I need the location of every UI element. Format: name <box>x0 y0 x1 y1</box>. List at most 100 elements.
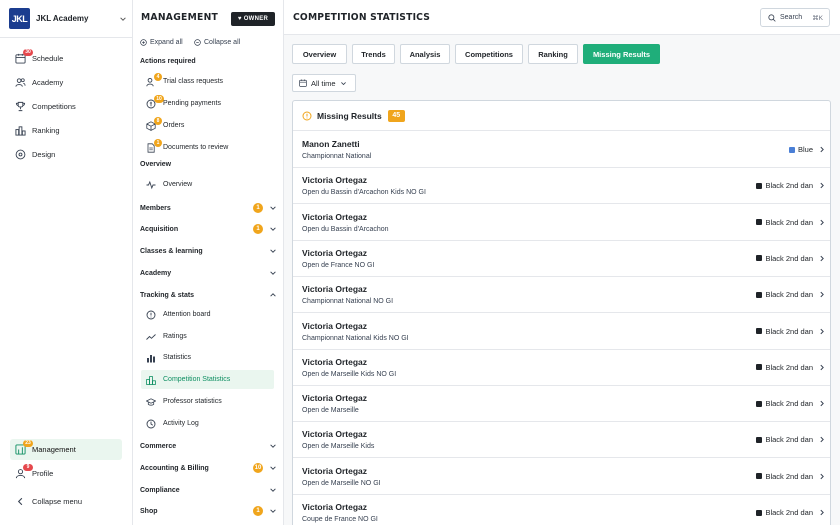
menu-group-shop[interactable]: Shop 1 <box>140 505 277 517</box>
menu-group-academy[interactable]: Academy <box>140 267 277 279</box>
clock-icon <box>146 419 156 429</box>
chevron-down-icon <box>269 204 277 212</box>
belt-name: Black 2nd dan <box>765 326 813 336</box>
collapse-all-button[interactable]: Collapse all <box>194 39 240 46</box>
tab-missing-results[interactable]: Missing Results <box>583 44 660 64</box>
competition-name: Open de Marseille Kids NO GI <box>302 370 397 378</box>
menu-item-label: Activity Log <box>163 420 199 427</box>
menu-item-activity-log[interactable]: Activity Log <box>141 414 274 433</box>
belt-swatch <box>756 400 763 407</box>
panel-header: Missing Results 45 <box>293 101 830 131</box>
date-range-dropdown[interactable]: All time <box>292 74 356 92</box>
nav-item-management[interactable]: 23 Management <box>10 439 122 460</box>
tab-competitions[interactable]: Competitions <box>455 44 523 64</box>
chevron-right-icon <box>818 181 826 190</box>
expand-all-label: Expand all <box>150 39 183 46</box>
competition-name: Championnat National Kids NO GI <box>302 334 409 342</box>
menu-item-attention-board[interactable]: Attention board <box>141 305 274 324</box>
academy-logo: JKL <box>9 8 30 29</box>
athlete-name: Victoria Ortegaz <box>302 502 368 512</box>
belt-label: Black 2nd dan <box>756 181 813 190</box>
search-icon <box>768 13 776 22</box>
owner-label: OWNER <box>243 16 269 22</box>
belt-swatch <box>756 436 763 443</box>
result-row[interactable]: Victoria Ortegaz Open du Bassin d'Arcacho… <box>293 205 830 241</box>
action-badge: 8 <box>154 117 162 125</box>
nav-item-ranking[interactable]: Ranking <box>10 120 122 141</box>
result-row[interactable]: Victoria Ortegaz Open de France NO GI Blac… <box>293 241 830 277</box>
menu-group-compliance[interactable]: Compliance <box>140 484 277 496</box>
result-row[interactable]: Victoria Ortegaz Open de Marseille Kids Bl… <box>293 422 830 459</box>
nav-label: Design <box>32 150 56 159</box>
menu-item-documents-to-review[interactable]: 1 Documents to review <box>141 138 274 157</box>
nav-item-design[interactable]: Design <box>10 144 122 165</box>
competition-name: Open de France NO GI <box>302 261 375 269</box>
group-label: Accounting & Billing <box>140 464 209 472</box>
athlete-name: Victoria Ortegaz <box>302 393 368 404</box>
menu-item-orders[interactable]: 8 Orders <box>141 116 274 135</box>
menu-item-label: Professor statistics <box>163 398 222 405</box>
nav-item-profile[interactable]: 9 Profile <box>10 463 122 484</box>
competition-name: Championnat National NO GI <box>302 298 394 306</box>
collapse-all-label: Collapse all <box>204 39 241 46</box>
menu-group-tracking-stats[interactable]: Tracking & stats <box>140 289 277 301</box>
belt-name: Black 2nd dan <box>765 362 813 372</box>
chevron-right-icon <box>818 472 826 481</box>
expand-icon <box>140 39 147 46</box>
tab-bar: Overview Trends Analysis Competitions Ra… <box>292 44 665 64</box>
nav-label: Academy <box>32 78 64 87</box>
result-row[interactable]: Victoria Ortegaz Championnat National NO … <box>293 277 830 314</box>
tab-ranking[interactable]: Ranking <box>528 44 578 64</box>
menu-group-accounting-billing[interactable]: Accounting & Billing 10 <box>140 462 277 474</box>
menu-item-label: Documents to review <box>163 144 229 151</box>
menu-item-ratings[interactable]: Ratings <box>141 327 274 346</box>
result-row[interactable]: Victoria Ortegaz Open du Bassin d'Arcacho… <box>293 168 830 205</box>
collapse-menu-button[interactable]: Collapse menu <box>10 491 122 512</box>
menu-item-competition-statistics[interactable]: Competition Statistics <box>141 370 274 389</box>
chevron-right-icon <box>818 254 826 263</box>
menu-group-members[interactable]: Members 1 <box>140 202 277 214</box>
chevron-right-icon <box>818 399 826 408</box>
result-row[interactable]: Victoria Ortegaz Open de Marseille Kids N… <box>293 350 830 386</box>
athlete-name: Victoria Ortegaz <box>302 284 368 295</box>
menu-item-statistics[interactable]: Statistics <box>141 348 274 367</box>
result-row[interactable]: Victoria Ortegaz Open de Marseille NO GI B… <box>293 459 830 495</box>
belt-swatch <box>756 182 763 189</box>
belt-name: Black 2nd dan <box>765 181 813 191</box>
search-button[interactable]: Search ⌘K <box>760 8 830 27</box>
belt-label: Black 2nd dan <box>756 435 813 444</box>
result-row[interactable]: Manon Zanetti Championnat National Blue <box>293 132 830 168</box>
chevron-right-icon <box>818 327 826 336</box>
nav-item-competitions[interactable]: Competitions <box>10 96 122 117</box>
menu-group-classes-learning[interactable]: Classes & learning <box>140 245 277 257</box>
tab-analysis[interactable]: Analysis <box>400 44 450 64</box>
menu-item-overview[interactable]: Overview <box>141 175 274 194</box>
expand-all-button[interactable]: Expand all <box>140 39 183 46</box>
tab-overview[interactable]: Overview <box>292 44 347 64</box>
bar-chart-icon <box>146 353 156 363</box>
chevron-down-icon <box>269 464 277 472</box>
result-row[interactable]: Victoria Ortegaz Championnat National Kid… <box>293 314 830 350</box>
result-row[interactable]: Victoria Ortegaz Open de Marseille Black 2… <box>293 386 830 423</box>
owner-badge: ♥ OWNER <box>231 12 275 26</box>
date-range-value: All time <box>311 78 336 88</box>
trophy-icon <box>15 101 26 112</box>
menu-item-trial-class-requests[interactable]: 4 Trial class requests <box>141 72 274 91</box>
menu-item-pending-payments[interactable]: 10 Pending payments <box>141 94 274 113</box>
nav-label: Schedule <box>32 54 64 63</box>
academy-switcher[interactable]: JKL JKL Academy <box>9 8 127 29</box>
tab-trends[interactable]: Trends <box>352 44 395 64</box>
nav-item-academy[interactable]: Academy <box>10 72 122 93</box>
menu-item-professor-statistics[interactable]: Professor statistics <box>141 392 274 411</box>
result-row[interactable]: Victoria Ortegaz Coupe de France NO GI Bla… <box>293 495 830 525</box>
group-label: Academy <box>140 269 172 277</box>
chevron-right-icon <box>818 508 826 517</box>
nav-item-schedule[interactable]: 30 Schedule <box>10 48 122 69</box>
belt-label: Black 2nd dan <box>756 508 813 517</box>
profile-badge: 9 <box>23 464 33 471</box>
activity-icon <box>146 180 156 190</box>
search-shortcut: ⌘K <box>812 14 823 22</box>
belt-swatch <box>756 219 763 226</box>
menu-group-acquisition[interactable]: Acquisition 1 <box>140 223 277 235</box>
menu-group-commerce[interactable]: Commerce <box>140 440 277 452</box>
